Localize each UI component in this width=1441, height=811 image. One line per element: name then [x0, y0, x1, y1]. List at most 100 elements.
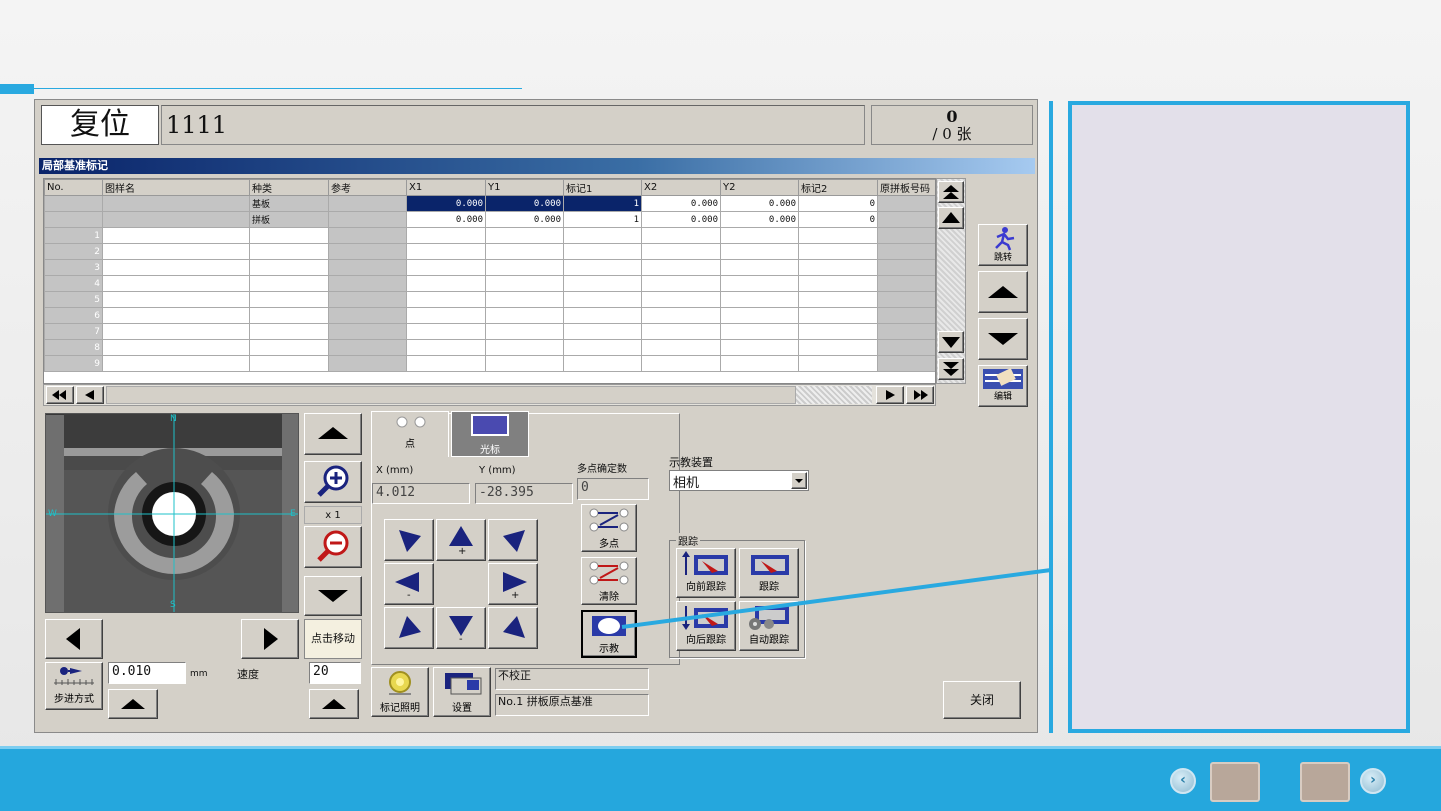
- column-header: 标记1: [563, 179, 642, 196]
- page-down-button[interactable]: [978, 318, 1028, 360]
- cell-mark1[interactable]: 1: [563, 195, 642, 212]
- up-icon: [942, 212, 960, 223]
- row-number: 7: [44, 323, 103, 340]
- jog-left-button[interactable]: -: [384, 563, 434, 605]
- cell-x2[interactable]: 0.000: [641, 195, 721, 212]
- scroll-up-button[interactable]: [938, 207, 964, 229]
- zoom-in-button[interactable]: [304, 461, 362, 503]
- jump-button[interactable]: 跳转: [978, 224, 1028, 266]
- cell-x1[interactable]: 0.000: [406, 211, 486, 228]
- scroll-bottom-button[interactable]: [938, 358, 964, 380]
- cell-y2[interactable]: 0.000: [720, 211, 799, 228]
- table-row[interactable]: 5: [44, 291, 935, 308]
- hscroll-thumb[interactable]: [106, 386, 796, 404]
- settings-button[interactable]: 设置: [433, 667, 491, 717]
- cell-y1[interactable]: 0.000: [485, 211, 564, 228]
- cell-mark2[interactable]: 0: [798, 195, 878, 212]
- cell-x1[interactable]: 0.000: [406, 195, 486, 212]
- camera-right-button[interactable]: [241, 619, 299, 659]
- close-button[interactable]: 关闭: [943, 681, 1021, 719]
- track-button[interactable]: 跟踪: [739, 548, 799, 598]
- jog-up-button[interactable]: +: [436, 519, 486, 561]
- tab-cursor-label: 光标: [480, 445, 500, 456]
- camera-left-button[interactable]: [45, 619, 103, 659]
- camera-up-button[interactable]: [304, 413, 362, 455]
- scroll-first-button[interactable]: [46, 386, 74, 404]
- jog-up-left-button[interactable]: [384, 519, 434, 561]
- cell-mark1[interactable]: 1: [563, 211, 642, 228]
- step-value-input[interactable]: 0.010: [108, 662, 186, 684]
- jog-down-button[interactable]: -: [436, 607, 486, 649]
- multi-point-button[interactable]: 多点: [581, 504, 637, 552]
- teach-button[interactable]: 示教: [581, 610, 637, 658]
- cell-y1[interactable]: 0.000: [485, 195, 564, 212]
- scroll-right-button[interactable]: [876, 386, 904, 404]
- tab-point[interactable]: 点: [371, 411, 449, 457]
- speed-label: 速度: [237, 668, 259, 681]
- double-right-icon: [914, 390, 928, 400]
- speed-up-button[interactable]: [309, 689, 359, 719]
- dropdown-arrow-icon[interactable]: [791, 472, 807, 489]
- jog-up-right-button[interactable]: [488, 519, 538, 561]
- table-row[interactable]: 7: [44, 323, 935, 340]
- page-up-button[interactable]: [978, 271, 1028, 313]
- nav-menu-button[interactable]: [1300, 762, 1350, 802]
- ruler-icon: [54, 667, 94, 685]
- scroll-down-button[interactable]: [938, 331, 964, 353]
- cell-name[interactable]: [102, 195, 250, 212]
- cell-x2[interactable]: 0.000: [641, 211, 721, 228]
- scroll-top-button[interactable]: [938, 181, 964, 203]
- table-row[interactable]: 3: [44, 259, 935, 276]
- table-row[interactable]: 1: [44, 227, 935, 244]
- next-slide-icon[interactable]: ›: [1360, 768, 1386, 794]
- camera-view[interactable]: N S W E: [45, 413, 299, 613]
- row-number: 8: [44, 339, 103, 356]
- teach-label: 示教: [599, 644, 619, 655]
- mark-light-button[interactable]: 标记照明: [371, 667, 429, 717]
- scroll-left-button[interactable]: [76, 386, 104, 404]
- table-row[interactable]: 6: [44, 307, 935, 324]
- table-row[interactable]: 9: [44, 355, 935, 372]
- jog-down-right-button[interactable]: [488, 607, 538, 649]
- down-icon: [942, 337, 960, 348]
- clear-button[interactable]: 清除: [581, 557, 637, 605]
- jog-right-button[interactable]: +: [488, 563, 538, 605]
- teach-device-select[interactable]: 相机: [669, 470, 809, 491]
- hscroll-track[interactable]: [796, 386, 872, 404]
- step-up-button[interactable]: [108, 689, 158, 719]
- double-left-icon: [52, 390, 66, 400]
- zoom-out-icon: [317, 530, 349, 562]
- edit-button[interactable]: 编辑: [978, 365, 1028, 407]
- step-unit: mm: [190, 669, 208, 679]
- table-hscroll[interactable]: [43, 384, 936, 406]
- zoom-level: x 1: [304, 506, 362, 524]
- speed-input[interactable]: 20: [309, 662, 361, 684]
- right-icon: [264, 628, 278, 650]
- up-icon: [322, 699, 346, 709]
- nav-home-button[interactable]: [1210, 762, 1260, 802]
- tab-cursor[interactable]: 光标: [451, 411, 529, 457]
- compass-north: N: [170, 414, 177, 424]
- backward-track-button[interactable]: 向后跟踪: [676, 601, 736, 651]
- points-icon: [396, 416, 426, 428]
- light-icon: [389, 671, 411, 695]
- cell-mark2[interactable]: 0: [798, 211, 878, 228]
- step-mode-button[interactable]: 步进方式: [45, 662, 103, 710]
- table-row[interactable]: 拼板 0.000 0.000 1 0.000 0.000 0: [44, 211, 935, 228]
- table-row[interactable]: 4: [44, 275, 935, 292]
- reset-label[interactable]: 复位: [41, 105, 159, 145]
- forward-track-button[interactable]: 向前跟踪: [676, 548, 736, 598]
- column-header: 参考: [328, 179, 407, 196]
- camera-down-button[interactable]: [304, 576, 362, 616]
- cell-y2[interactable]: 0.000: [720, 195, 799, 212]
- auto-track-button[interactable]: 自动跟踪: [739, 601, 799, 651]
- cell-name[interactable]: [102, 211, 250, 228]
- prev-slide-icon[interactable]: ‹: [1170, 768, 1196, 794]
- table-row[interactable]: 2: [44, 243, 935, 260]
- jog-down-left-button[interactable]: [384, 607, 434, 649]
- table-row[interactable]: 8: [44, 339, 935, 356]
- zoom-out-button[interactable]: [304, 526, 362, 568]
- table-row[interactable]: 基板 0.000 0.000 1 0.000 0.000 0: [44, 195, 935, 212]
- scroll-last-button[interactable]: [906, 386, 934, 404]
- click-move-toggle[interactable]: 点击移动: [304, 619, 362, 659]
